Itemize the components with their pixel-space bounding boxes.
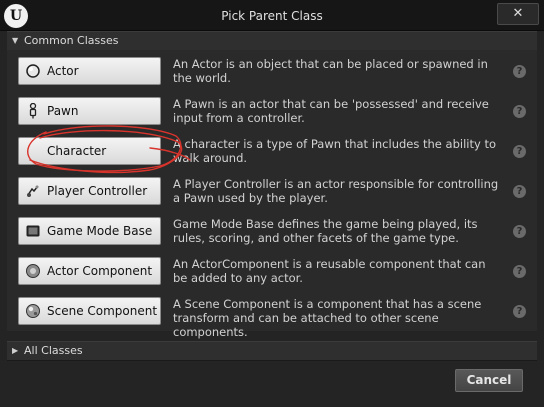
close-button[interactable]: ✕ — [497, 3, 539, 25]
actor-component-icon — [25, 263, 41, 279]
common-classes-label: Common Classes — [24, 34, 119, 47]
help-icon[interactable]: ? — [513, 185, 526, 198]
chevron-right-icon: ▶ — [12, 346, 19, 355]
all-classes-label: All Classes — [24, 344, 83, 357]
actor-component-button-label: Actor Component — [47, 264, 153, 278]
class-row-game-mode-base: Game Mode Base Game Mode Base defines th… — [7, 211, 537, 251]
character-description: A character is a type of Pawn that inclu… — [173, 137, 496, 165]
pawn-description: A Pawn is an actor that can be 'possesse… — [173, 97, 489, 125]
common-classes-list: Actor An Actor is an object that can be … — [7, 50, 537, 339]
class-row-character: Character A character is a type of Pawn … — [7, 131, 537, 171]
class-row-scene-component: Scene Component A Scene Component is a c… — [7, 291, 537, 339]
scene-component-button-label: Scene Component — [47, 304, 158, 318]
help-icon[interactable]: ? — [513, 65, 526, 78]
help-icon[interactable]: ? — [513, 105, 526, 118]
actor-sphere-icon — [25, 63, 41, 79]
class-row-actor: Actor An Actor is an object that can be … — [7, 51, 537, 91]
window-title: Pick Parent Class — [221, 9, 323, 23]
scene-component-button[interactable]: Scene Component — [18, 297, 161, 325]
game-mode-base-button[interactable]: Game Mode Base — [18, 217, 161, 245]
character-icon — [25, 143, 41, 159]
common-classes-header[interactable]: ▼ Common Classes — [7, 31, 537, 51]
game-mode-base-button-label: Game Mode Base — [47, 224, 153, 238]
player-controller-button-label: Player Controller — [47, 184, 148, 198]
character-button-label: Character — [47, 144, 107, 158]
help-icon[interactable]: ? — [513, 225, 526, 238]
help-icon[interactable]: ? — [513, 305, 526, 318]
actor-component-button[interactable]: Actor Component — [18, 257, 161, 285]
class-row-pawn: Pawn A Pawn is an actor that can be 'pos… — [7, 91, 537, 131]
class-row-actor-component: Actor Component An ActorComponent is a r… — [7, 251, 537, 291]
player-controller-button[interactable]: Player Controller — [18, 177, 161, 205]
help-icon[interactable]: ? — [513, 265, 526, 278]
class-row-player-controller: Player Controller A Player Controller is… — [7, 171, 537, 211]
chevron-down-icon: ▼ — [12, 36, 19, 45]
pawn-button[interactable]: Pawn — [18, 97, 161, 125]
actor-component-description: An ActorComponent is a reusable componen… — [173, 257, 486, 285]
pawn-figure-icon — [25, 103, 41, 119]
cancel-button[interactable]: Cancel — [455, 369, 523, 392]
player-controller-icon — [25, 183, 41, 199]
game-mode-base-description: Game Mode Base defines the game being pl… — [173, 217, 478, 245]
pawn-button-label: Pawn — [47, 104, 79, 118]
actor-description: An Actor is an object that can be placed… — [173, 57, 488, 85]
actor-button[interactable]: Actor — [18, 57, 161, 85]
player-controller-description: A Player Controller is an actor responsi… — [173, 177, 499, 205]
title-bar: U Pick Parent Class ✕ — [0, 0, 544, 31]
scene-component-icon — [25, 303, 41, 319]
character-button[interactable]: Character — [18, 137, 161, 165]
all-classes-header[interactable]: ▶ All Classes — [7, 341, 537, 361]
help-icon[interactable]: ? — [513, 145, 526, 158]
actor-button-label: Actor — [47, 64, 79, 78]
game-mode-icon — [25, 223, 41, 239]
scene-component-description: A Scene Component is a component that ha… — [173, 297, 482, 339]
